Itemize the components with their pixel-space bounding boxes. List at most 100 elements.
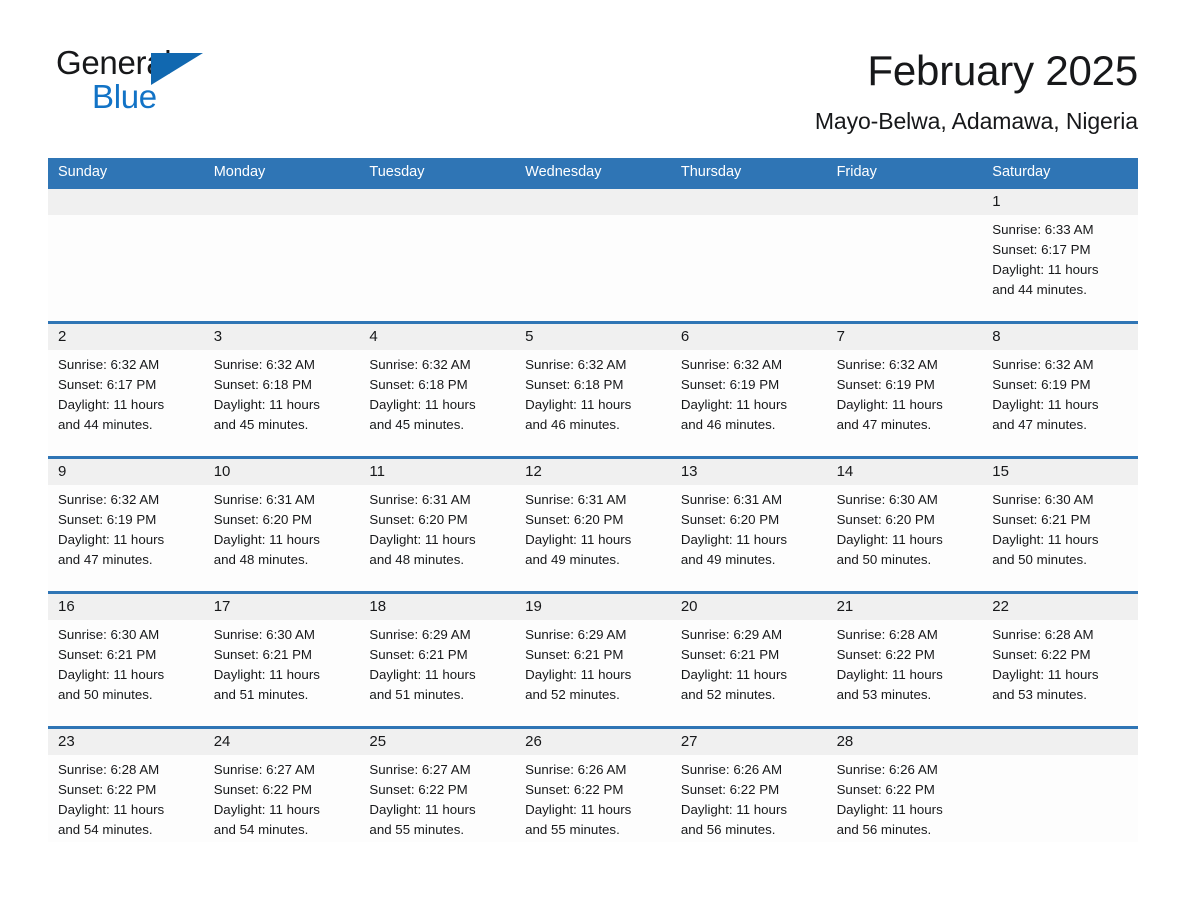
day-cell[interactable]: 17 Sunrise: 6:30 AM Sunset: 6:21 PM Dayligh… (203, 594, 360, 726)
day-number-band: 3 (203, 324, 360, 350)
daylight-text-line2: and 45 minutes. (213, 417, 309, 432)
day-cell-empty (203, 189, 360, 321)
day-details (515, 215, 671, 321)
day-details: Sunrise: 6:28 AM Sunset: 6:22 PM Daylight:… (826, 620, 983, 726)
sunrise-text: Sunrise: 6:31 AM (680, 492, 783, 507)
day-details: Sunrise: 6:26 AM Sunset: 6:22 PM Daylight:… (826, 755, 983, 842)
day-details (359, 215, 516, 321)
sunrise-text: Sunrise: 6:31 AM (525, 492, 627, 507)
day-number: 2 (58, 328, 67, 345)
day-details: Sunrise: 6:29 AM Sunset: 6:21 PM Daylight:… (359, 620, 516, 726)
day-details: Sunrise: 6:27 AM Sunset: 6:22 PM Daylight:… (359, 755, 516, 842)
day-cell[interactable]: 11 Sunrise: 6:31 AM Sunset: 6:20 PM Dayligh… (359, 459, 516, 591)
day-cell[interactable]: 3 Sunrise: 6:32 AM Sunset: 6:18 PM Daylight… (203, 324, 360, 456)
day-details: Sunrise: 6:33 AM Sunset: 6:17 PM Daylight:… (982, 215, 1138, 321)
day-number: 9 (58, 463, 67, 480)
day-number-band: 4 (359, 324, 516, 350)
day-number-band: 7 (826, 324, 983, 350)
daylight-text-line1: Daylight: 11 hours (369, 802, 476, 817)
sunrise-text: Sunrise: 6:32 AM (213, 357, 315, 372)
day-cell[interactable]: 7 Sunrise: 6:32 AM Sunset: 6:19 PM Daylight… (826, 324, 983, 456)
day-details: Sunrise: 6:31 AM Sunset: 6:20 PM Daylight:… (359, 485, 516, 591)
sunset-text: Sunset: 6:19 PM (680, 377, 780, 392)
weeks-container: 1 Sunrise: 6:33 AM Sunset: 6:17 PM Daylight… (48, 186, 1138, 842)
day-cell[interactable]: 24 Sunrise: 6:27 AM Sunset: 6:22 PM Dayligh… (203, 729, 360, 842)
day-details (670, 215, 827, 321)
day-cell[interactable]: 13 Sunrise: 6:31 AM Sunset: 6:20 PM Dayligh… (670, 459, 827, 591)
day-details: Sunrise: 6:28 AM Sunset: 6:22 PM Daylight:… (982, 620, 1138, 726)
sunrise-text: Sunrise: 6:28 AM (836, 627, 938, 642)
sunrise-text: Sunrise: 6:31 AM (213, 492, 315, 507)
day-details: Sunrise: 6:32 AM Sunset: 6:18 PM Daylight:… (515, 350, 671, 456)
sunset-text: Sunset: 6:19 PM (58, 512, 157, 527)
daylight-text-line1: Daylight: 11 hours (525, 802, 632, 817)
sunrise-text: Sunrise: 6:32 AM (836, 357, 938, 372)
day-number: 19 (525, 598, 542, 615)
daylight-text-line1: Daylight: 11 hours (680, 667, 788, 682)
masthead: General Blue February 2025 Mayo-Belwa, A… (0, 0, 1188, 158)
general-blue-logo[interactable]: General Blue (56, 44, 206, 118)
day-number-band: 25 (359, 729, 516, 755)
day-number: 26 (525, 733, 542, 750)
day-cell[interactable]: 16 Sunrise: 6:30 AM Sunset: 6:21 PM Dayligh… (48, 594, 204, 726)
day-cell[interactable]: 8 Sunrise: 6:32 AM Sunset: 6:19 PM Daylight… (982, 324, 1138, 456)
day-cell[interactable]: 25 Sunrise: 6:27 AM Sunset: 6:22 PM Dayligh… (359, 729, 516, 842)
day-number-band (48, 189, 204, 215)
day-number-band: 2 (48, 324, 204, 350)
day-cell-empty (982, 729, 1138, 842)
daylight-text-line2: and 56 minutes. (836, 822, 932, 837)
daylight-text-line1: Daylight: 11 hours (213, 532, 320, 547)
daylight-text-line1: Daylight: 11 hours (58, 532, 165, 547)
sunrise-text: Sunrise: 6:33 AM (992, 222, 1094, 237)
day-cell[interactable]: 27 Sunrise: 6:26 AM Sunset: 6:22 PM Dayligh… (670, 729, 827, 842)
daylight-text-line1: Daylight: 11 hours (836, 802, 943, 817)
day-cell[interactable]: 28 Sunrise: 6:26 AM Sunset: 6:22 PM Dayligh… (826, 729, 983, 842)
logo-text-blue: Blue (92, 78, 157, 115)
day-cell[interactable]: 6 Sunrise: 6:32 AM Sunset: 6:19 PM Daylight… (670, 324, 827, 456)
daylight-text-line2: and 45 minutes. (369, 417, 465, 432)
daylight-text-line2: and 44 minutes. (992, 282, 1087, 297)
day-cell[interactable]: 9 Sunrise: 6:32 AM Sunset: 6:19 PM Daylight… (48, 459, 204, 591)
day-details: Sunrise: 6:32 AM Sunset: 6:18 PM Daylight:… (203, 350, 360, 456)
week-row: 23 Sunrise: 6:28 AM Sunset: 6:22 PM Dayligh… (48, 726, 1138, 842)
day-cell[interactable]: 4 Sunrise: 6:32 AM Sunset: 6:18 PM Daylight… (359, 324, 516, 456)
day-cell[interactable]: 5 Sunrise: 6:32 AM Sunset: 6:18 PM Daylight… (515, 324, 671, 456)
day-number-band (203, 189, 360, 215)
day-number: 4 (369, 328, 378, 345)
day-details: Sunrise: 6:26 AM Sunset: 6:22 PM Daylight:… (670, 755, 827, 842)
weekday-friday: Friday (836, 164, 877, 180)
day-cell[interactable]: 12 Sunrise: 6:31 AM Sunset: 6:20 PM Dayligh… (515, 459, 671, 591)
daylight-text-line2: and 44 minutes. (58, 417, 153, 432)
day-cell[interactable]: 21 Sunrise: 6:28 AM Sunset: 6:22 PM Dayligh… (826, 594, 983, 726)
sunrise-text: Sunrise: 6:28 AM (992, 627, 1094, 642)
day-number-band: 26 (515, 729, 671, 755)
calendar-table: Sunday Monday Tuesday Wednesday Thursday… (48, 158, 1138, 842)
daylight-text-line1: Daylight: 11 hours (992, 667, 1099, 682)
page-subtitle: Mayo-Belwa, Adamawa, Nigeria (814, 108, 1138, 134)
day-number-band (982, 729, 1138, 755)
day-cell[interactable]: 22 Sunrise: 6:28 AM Sunset: 6:22 PM Dayligh… (982, 594, 1138, 726)
sunrise-text: Sunrise: 6:26 AM (525, 762, 627, 777)
day-cell[interactable]: 19 Sunrise: 6:29 AM Sunset: 6:21 PM Dayligh… (515, 594, 671, 726)
title-block: February 2025 Mayo-Belwa, Adamawa, Niger… (815, 44, 1138, 136)
daylight-text-line1: Daylight: 11 hours (992, 262, 1099, 277)
daylight-text-line2: and 51 minutes. (369, 687, 465, 702)
day-cell[interactable]: 1 Sunrise: 6:33 AM Sunset: 6:17 PM Daylight… (982, 189, 1138, 321)
day-details: Sunrise: 6:32 AM Sunset: 6:18 PM Daylight:… (359, 350, 516, 456)
sunset-text: Sunset: 6:21 PM (680, 647, 780, 662)
sunset-text: Sunset: 6:19 PM (836, 377, 935, 392)
weekday-thursday: Thursday (680, 164, 742, 180)
day-cell[interactable]: 18 Sunrise: 6:29 AM Sunset: 6:21 PM Dayligh… (359, 594, 516, 726)
day-cell[interactable]: 10 Sunrise: 6:31 AM Sunset: 6:20 PM Dayligh… (203, 459, 360, 591)
sunset-text: Sunset: 6:18 PM (369, 377, 468, 392)
day-cell[interactable]: 23 Sunrise: 6:28 AM Sunset: 6:22 PM Dayligh… (48, 729, 204, 842)
page-title: February 2025 (867, 47, 1138, 94)
day-cell[interactable]: 26 Sunrise: 6:26 AM Sunset: 6:22 PM Dayligh… (515, 729, 671, 842)
day-cell[interactable]: 2 Sunrise: 6:32 AM Sunset: 6:17 PM Daylight… (48, 324, 204, 456)
day-cell[interactable]: 15 Sunrise: 6:30 AM Sunset: 6:21 PM Dayligh… (982, 459, 1138, 591)
sunset-text: Sunset: 6:22 PM (369, 782, 468, 797)
day-cell[interactable]: 20 Sunrise: 6:29 AM Sunset: 6:21 PM Dayligh… (670, 594, 827, 726)
day-details: Sunrise: 6:31 AM Sunset: 6:20 PM Daylight:… (670, 485, 827, 591)
day-cell[interactable]: 14 Sunrise: 6:30 AM Sunset: 6:20 PM Dayligh… (826, 459, 983, 591)
sunset-text: Sunset: 6:22 PM (680, 782, 780, 797)
